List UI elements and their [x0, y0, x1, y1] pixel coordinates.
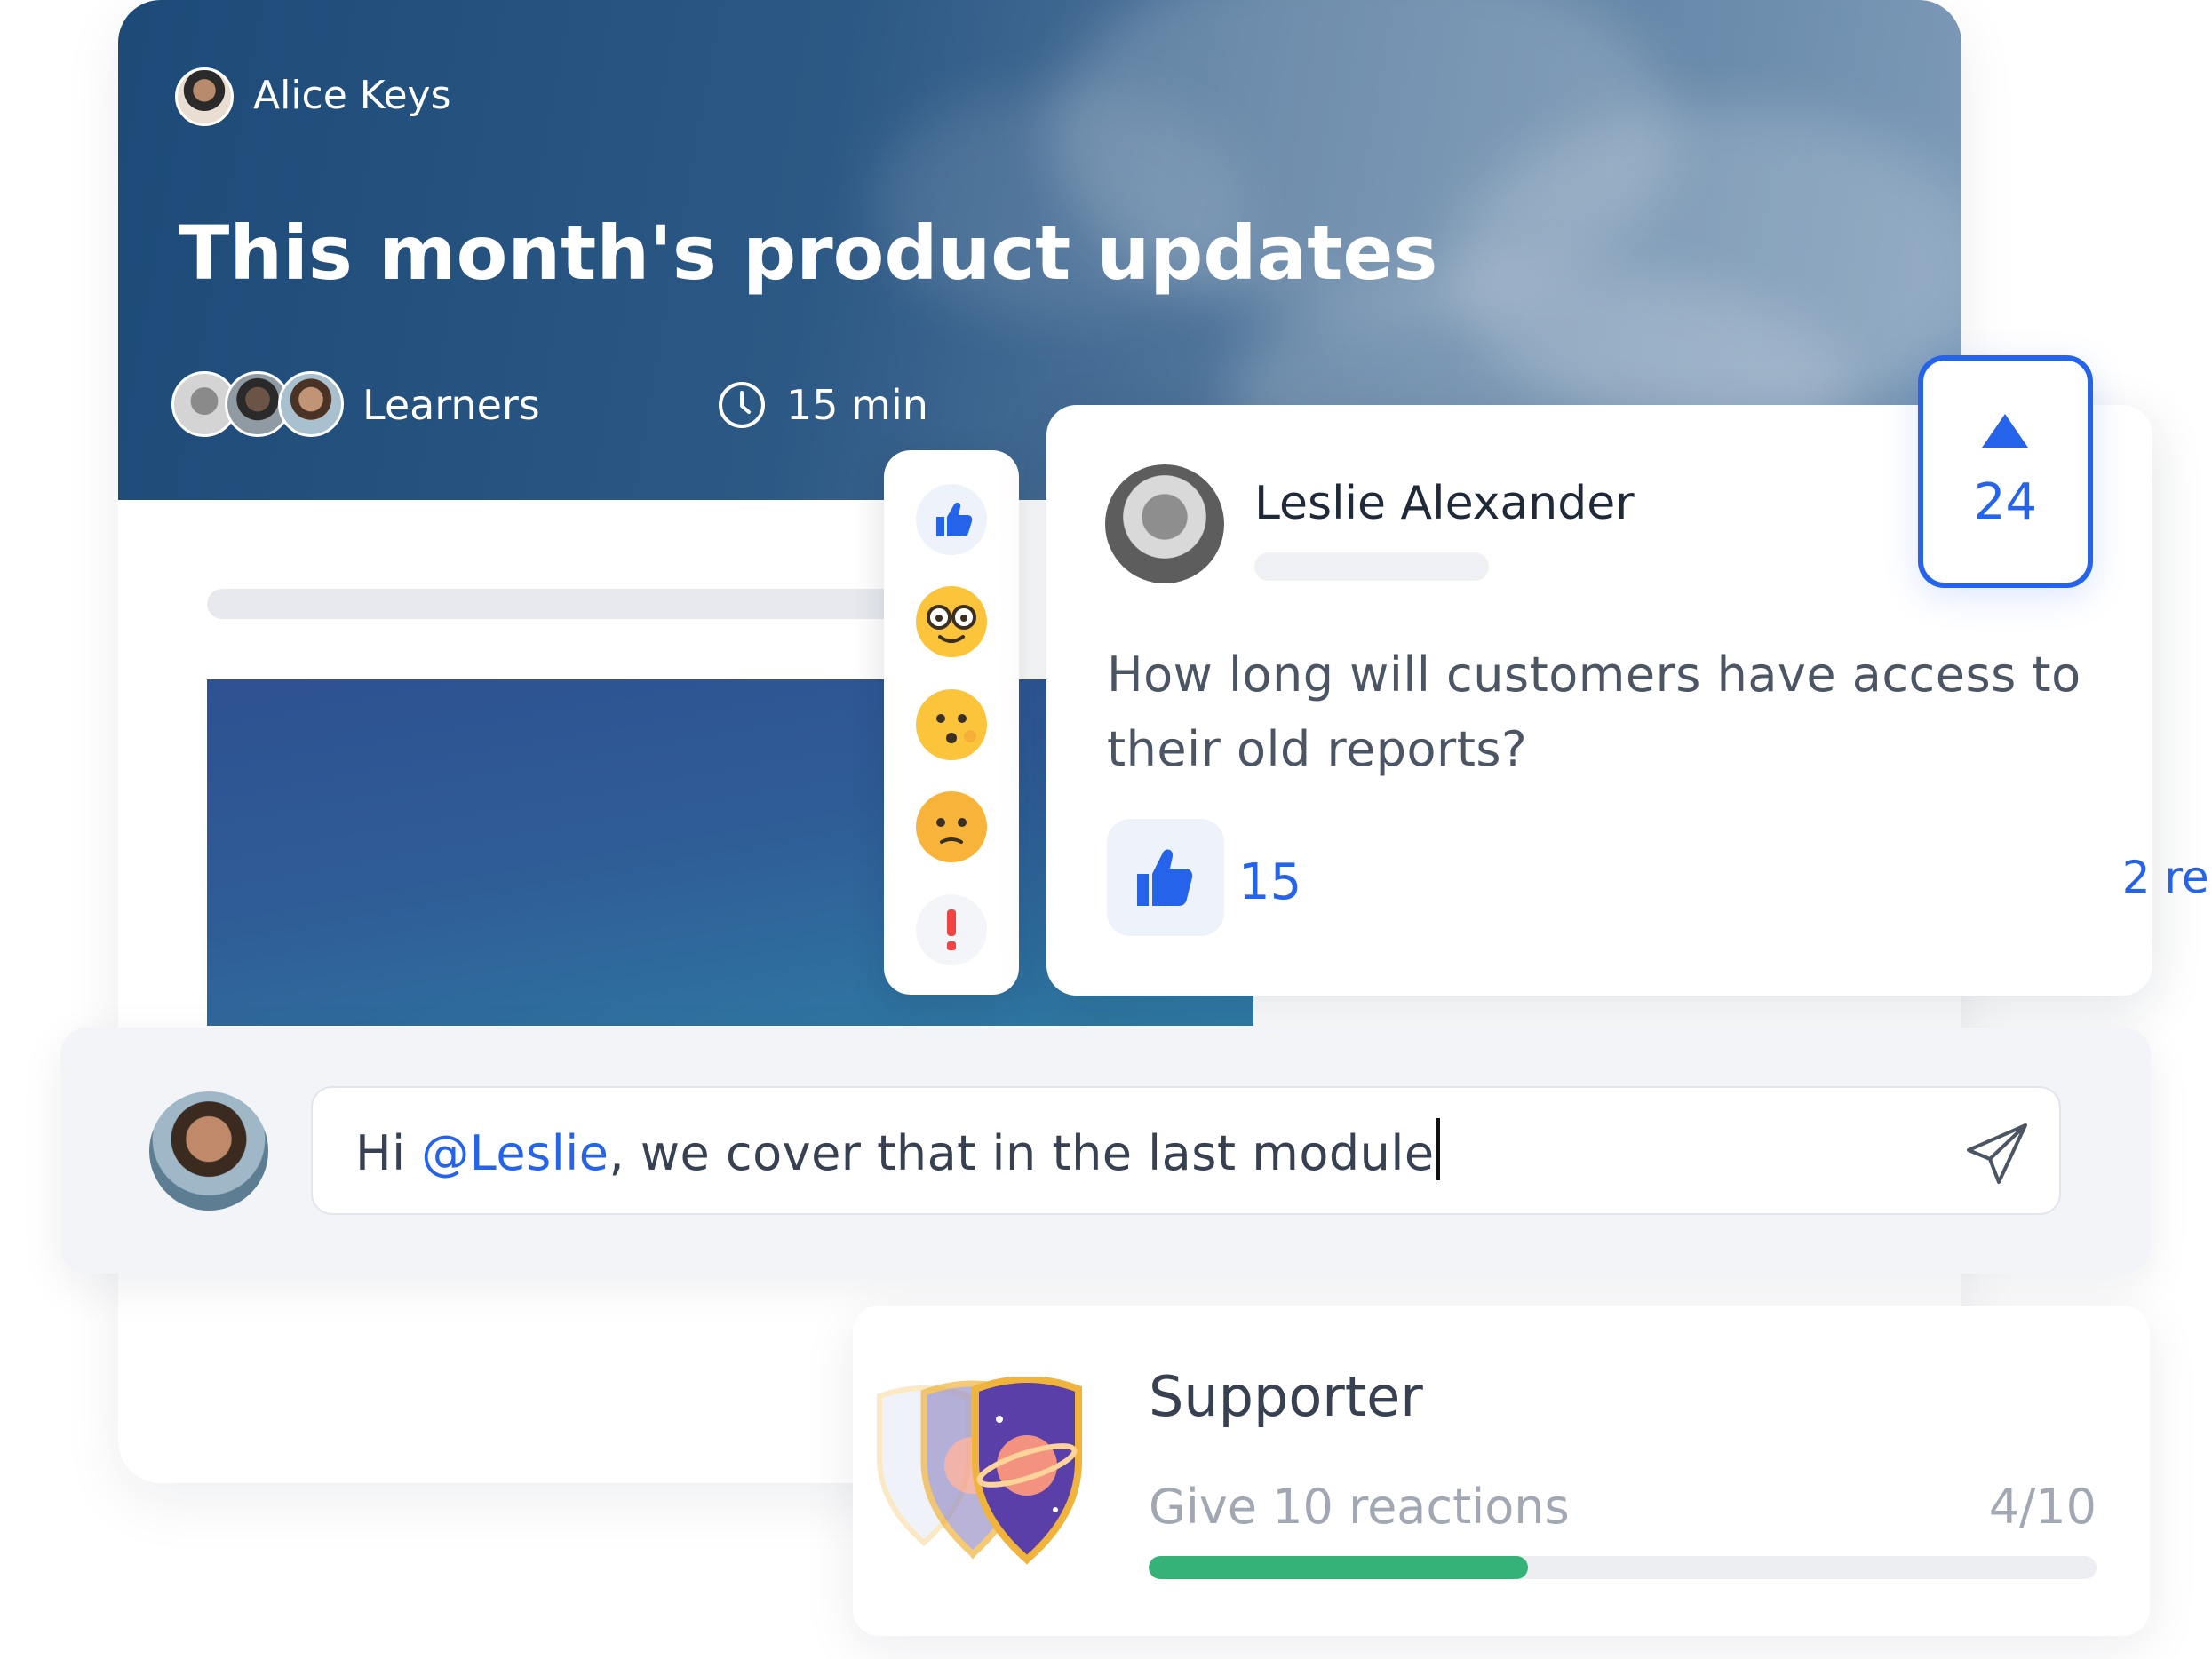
replies-link[interactable]: 2 replies: [1957, 844, 2212, 911]
achievement-progress-bar: [1149, 1556, 2097, 1579]
reply-suffix: , we cover that in the last module: [609, 1125, 1435, 1181]
meta-placeholder: [1254, 552, 1489, 581]
post-title: This month's product updates: [179, 210, 1438, 297]
reaction-picker: [884, 450, 1019, 995]
reaction-neutral[interactable]: [913, 789, 990, 865]
shield-badge-icon: [877, 1377, 1082, 1565]
reaction-exclamation[interactable]: [913, 892, 990, 968]
mention[interactable]: @Leslie: [421, 1125, 609, 1181]
achievement-progress-fill: [1149, 1556, 1528, 1579]
upvote-button[interactable]: 24: [1918, 355, 2093, 588]
learner-avatars: [171, 371, 349, 441]
avatar: [278, 371, 344, 437]
exclamation-icon: [916, 894, 987, 965]
thumbs-up-icon: [1137, 849, 1193, 906]
like-button[interactable]: [1107, 819, 1224, 936]
triangle-up-icon: [1982, 414, 2028, 448]
achievement-title: Supporter: [1149, 1364, 1423, 1429]
author-avatar: [175, 67, 234, 126]
reply-input[interactable]: Hi @Leslie, we cover that in the last mo…: [311, 1086, 2061, 1215]
text-caret: [1436, 1118, 1440, 1180]
achievement-card: Supporter Give 10 reactions 4/10: [853, 1306, 2150, 1636]
like-count: 15: [1238, 853, 1302, 911]
reaction-thumbs-up[interactable]: [913, 481, 990, 558]
thumbs-up-icon: [916, 484, 987, 555]
achievement-description: Give 10 reactions: [1149, 1479, 1570, 1535]
post-duration: 15 min: [786, 381, 928, 429]
neutral-face-icon: [916, 791, 987, 862]
send-icon[interactable]: [1961, 1118, 2033, 1189]
confused-face-icon: [916, 689, 987, 760]
commenter-name: Leslie Alexander: [1254, 477, 1635, 530]
reply-prefix: Hi: [355, 1125, 422, 1181]
clock-icon: [719, 382, 765, 428]
achievement-progress-text: 4/10: [1988, 1479, 2097, 1535]
nerd-face-icon: [916, 586, 987, 657]
commenter-avatar: [1105, 464, 1224, 583]
reaction-confused[interactable]: [913, 687, 990, 763]
comment-text: How long will customers have access to t…: [1107, 647, 2081, 777]
user-avatar: [149, 1091, 268, 1211]
reply-text: Hi @Leslie, we cover that in the last mo…: [355, 1118, 1440, 1187]
reaction-nerd[interactable]: [913, 583, 990, 660]
upvote-count: 24: [1973, 473, 2038, 531]
author-name: Alice Keys: [253, 73, 451, 118]
reply-composer: Hi @Leslie, we cover that in the last mo…: [60, 1028, 2151, 1274]
audience-label: Learners: [362, 381, 540, 429]
